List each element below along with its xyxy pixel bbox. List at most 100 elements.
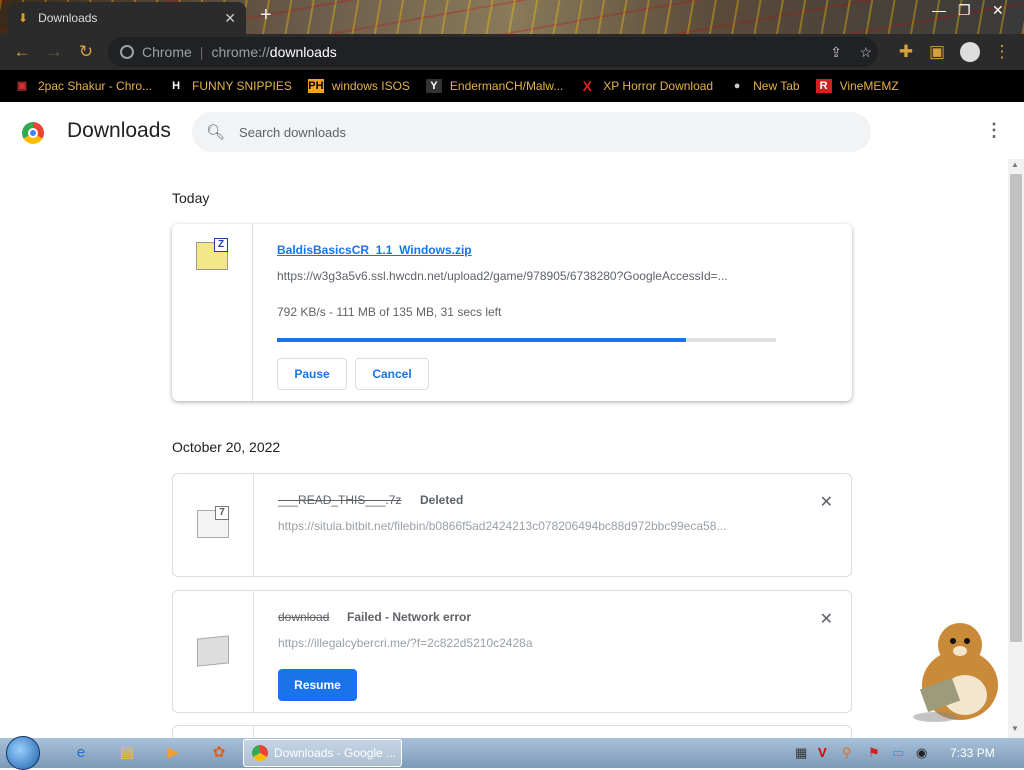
new-tab-button[interactable]: + [260,4,272,27]
side-panel-icon[interactable]: ▣ [921,42,953,62]
video-icon: ▣ [16,80,28,92]
downloads-header: Downloads 🔍︎ ⋮ [0,103,1024,159]
download-item: download Failed - Network error https://… [172,590,852,713]
scrollbar-thumb[interactable] [1010,174,1022,642]
yp-icon: Y [425,79,442,93]
bookmark-star-icon[interactable]: ☆ [859,44,872,61]
profile-avatar[interactable] [960,42,980,62]
close-tab-icon[interactable]: ✕ [224,10,236,27]
clock[interactable]: 7:33 PM [950,746,995,760]
scroll-down-icon[interactable]: ▼ [1011,724,1019,733]
pause-button[interactable]: Pause [277,358,347,390]
ph-icon: PH [307,79,324,93]
toolbar: ← → ↻ Chrome | chrome://downloads ⇪ ☆ ✚ … [0,34,1024,70]
bookmark-label: windows ISOS [331,79,410,93]
bookmark-label: FUNNY SNIPPIES [192,79,292,93]
progress-bar [277,338,776,342]
reload-icon[interactable]: ↻ [70,42,102,62]
more-actions-icon[interactable]: ⋮ [985,120,1003,141]
app-icon[interactable]: ✿ [209,743,229,763]
chrome-site-icon [120,45,134,59]
h-icon: H [172,80,181,92]
file-explorer-icon[interactable]: ▤ [117,743,137,763]
search-box[interactable]: 🔍︎ [192,112,871,152]
chrome-logo-icon [22,122,44,144]
file-icon-column: Z [172,224,253,401]
tray-app-icon[interactable]: ▦ [795,745,807,761]
tab-title: Downloads [38,11,98,25]
download-item [172,725,852,739]
bookmark-item[interactable]: ● New Tab [729,79,800,93]
page-title: Downloads [67,119,171,142]
globe-icon: ● [733,80,741,92]
chrome-icon [252,745,268,761]
tab-downloads[interactable]: ⬇ Downloads ✕ [8,2,246,34]
internet-explorer-icon[interactable]: e [71,743,91,763]
download-status: 792 KB/s - 111 MB of 135 MB, 31 secs lef… [277,305,502,319]
taskbar-chrome-label: Downloads - Google ... [274,746,397,760]
search-input[interactable] [239,124,800,140]
file-name-link[interactable]: BaldisBasicsCR_1.1_Windows.zip [277,243,472,257]
bookmark-label: New Tab [753,79,800,93]
file-name: ___READ_THIS___.7z [278,493,402,507]
7z-file-icon: 7 [197,506,229,538]
bookmark-item[interactable]: X XP Horror Download [579,78,714,94]
close-window-icon[interactable]: ✕ [992,2,1004,19]
bookmark-item[interactable]: H FUNNY SNIPPIES [168,79,292,93]
search-icon: 🔍︎ [206,124,226,141]
file-name: download [278,610,330,624]
chrome-menu-icon[interactable]: ⋮ [986,42,1018,62]
resume-button[interactable]: Resume [278,669,357,701]
remove-item-icon[interactable]: ✕ [820,609,833,629]
generic-file-icon [197,635,229,667]
bookmark-label: VineMEMZ [839,79,899,93]
date-header: October 20, 2022 [172,439,281,455]
download-state: Failed - Network error [347,610,472,624]
file-url[interactable]: https://w3g3a5v6.ssl.hwcdn.net/upload2/g… [277,269,777,283]
url-path: downloads [269,44,337,60]
tray-search-icon[interactable]: ⚲ [842,745,852,761]
download-tab-icon: ⬇ [18,11,29,25]
bookmark-label: EndermanCH/Malw... [449,79,564,93]
minimize-icon[interactable]: — [932,2,946,18]
cancel-button[interactable]: Cancel [355,358,429,390]
download-item: 7 ___READ_THIS___.7z Deleted https://sit… [172,473,852,577]
omnibox-separator: | [199,44,204,60]
maximize-icon[interactable]: ❐ [958,2,971,19]
site-label: Chrome [142,44,192,60]
taskbar-chrome-button[interactable]: Downloads - Google ... [243,739,402,767]
r-icon: R [815,79,832,93]
media-player-icon[interactable]: ▶ [163,743,183,763]
address-bar[interactable]: Chrome | chrome://downloads ⇪ ☆ [108,37,878,67]
start-button[interactable] [6,736,40,770]
antivirus-icon[interactable]: V [818,745,827,760]
volume-icon[interactable]: ◉ [916,745,927,761]
zip-file-icon: Z [196,238,228,270]
forward-icon[interactable]: → [38,42,70,62]
bookmark-label: 2pac Shakur - Chro... [38,79,153,93]
download-state: Deleted [420,493,464,507]
download-item: Z BaldisBasicsCR_1.1_Windows.zip https:/… [172,224,852,401]
bookmark-label: XP Horror Download [603,79,714,93]
bookmark-item[interactable]: Y EndermanCH/Malw... [425,79,564,93]
bookmark-item[interactable]: R VineMEMZ [815,79,899,93]
x-icon: X [582,78,592,94]
file-url[interactable]: https://illegalcybercri.me/?f=2c822d5210… [278,636,778,650]
extensions-icon[interactable]: ✚ [890,42,922,62]
share-icon[interactable]: ⇪ [830,44,842,61]
back-icon[interactable]: ← [6,42,38,62]
file-icon-column: 7 [173,474,254,576]
scroll-up-icon[interactable]: ▲ [1011,160,1019,169]
remove-item-icon[interactable]: ✕ [820,492,833,512]
bookmark-item[interactable]: ▣ 2pac Shakur - Chro... [14,79,152,93]
bookmarks-bar: ▣ 2pac Shakur - Chro... H FUNNY SNIPPIES P… [0,70,1024,102]
progress-fill [277,338,687,342]
file-icon-column [173,591,254,712]
url-scheme: chrome:// [211,44,270,60]
flag-icon[interactable]: ⚑ [868,745,880,761]
bookmark-item[interactable]: PH windows ISOS [307,79,410,93]
display-icon[interactable]: ▭ [892,745,904,761]
file-url[interactable]: https://situla.bitbit.net/filebin/b0866f… [278,519,778,533]
desktop-pet-hamster-image [913,623,998,722]
downloads-list: Today Z BaldisBasicsCR_1.1_Windows.zip h… [0,159,1008,739]
